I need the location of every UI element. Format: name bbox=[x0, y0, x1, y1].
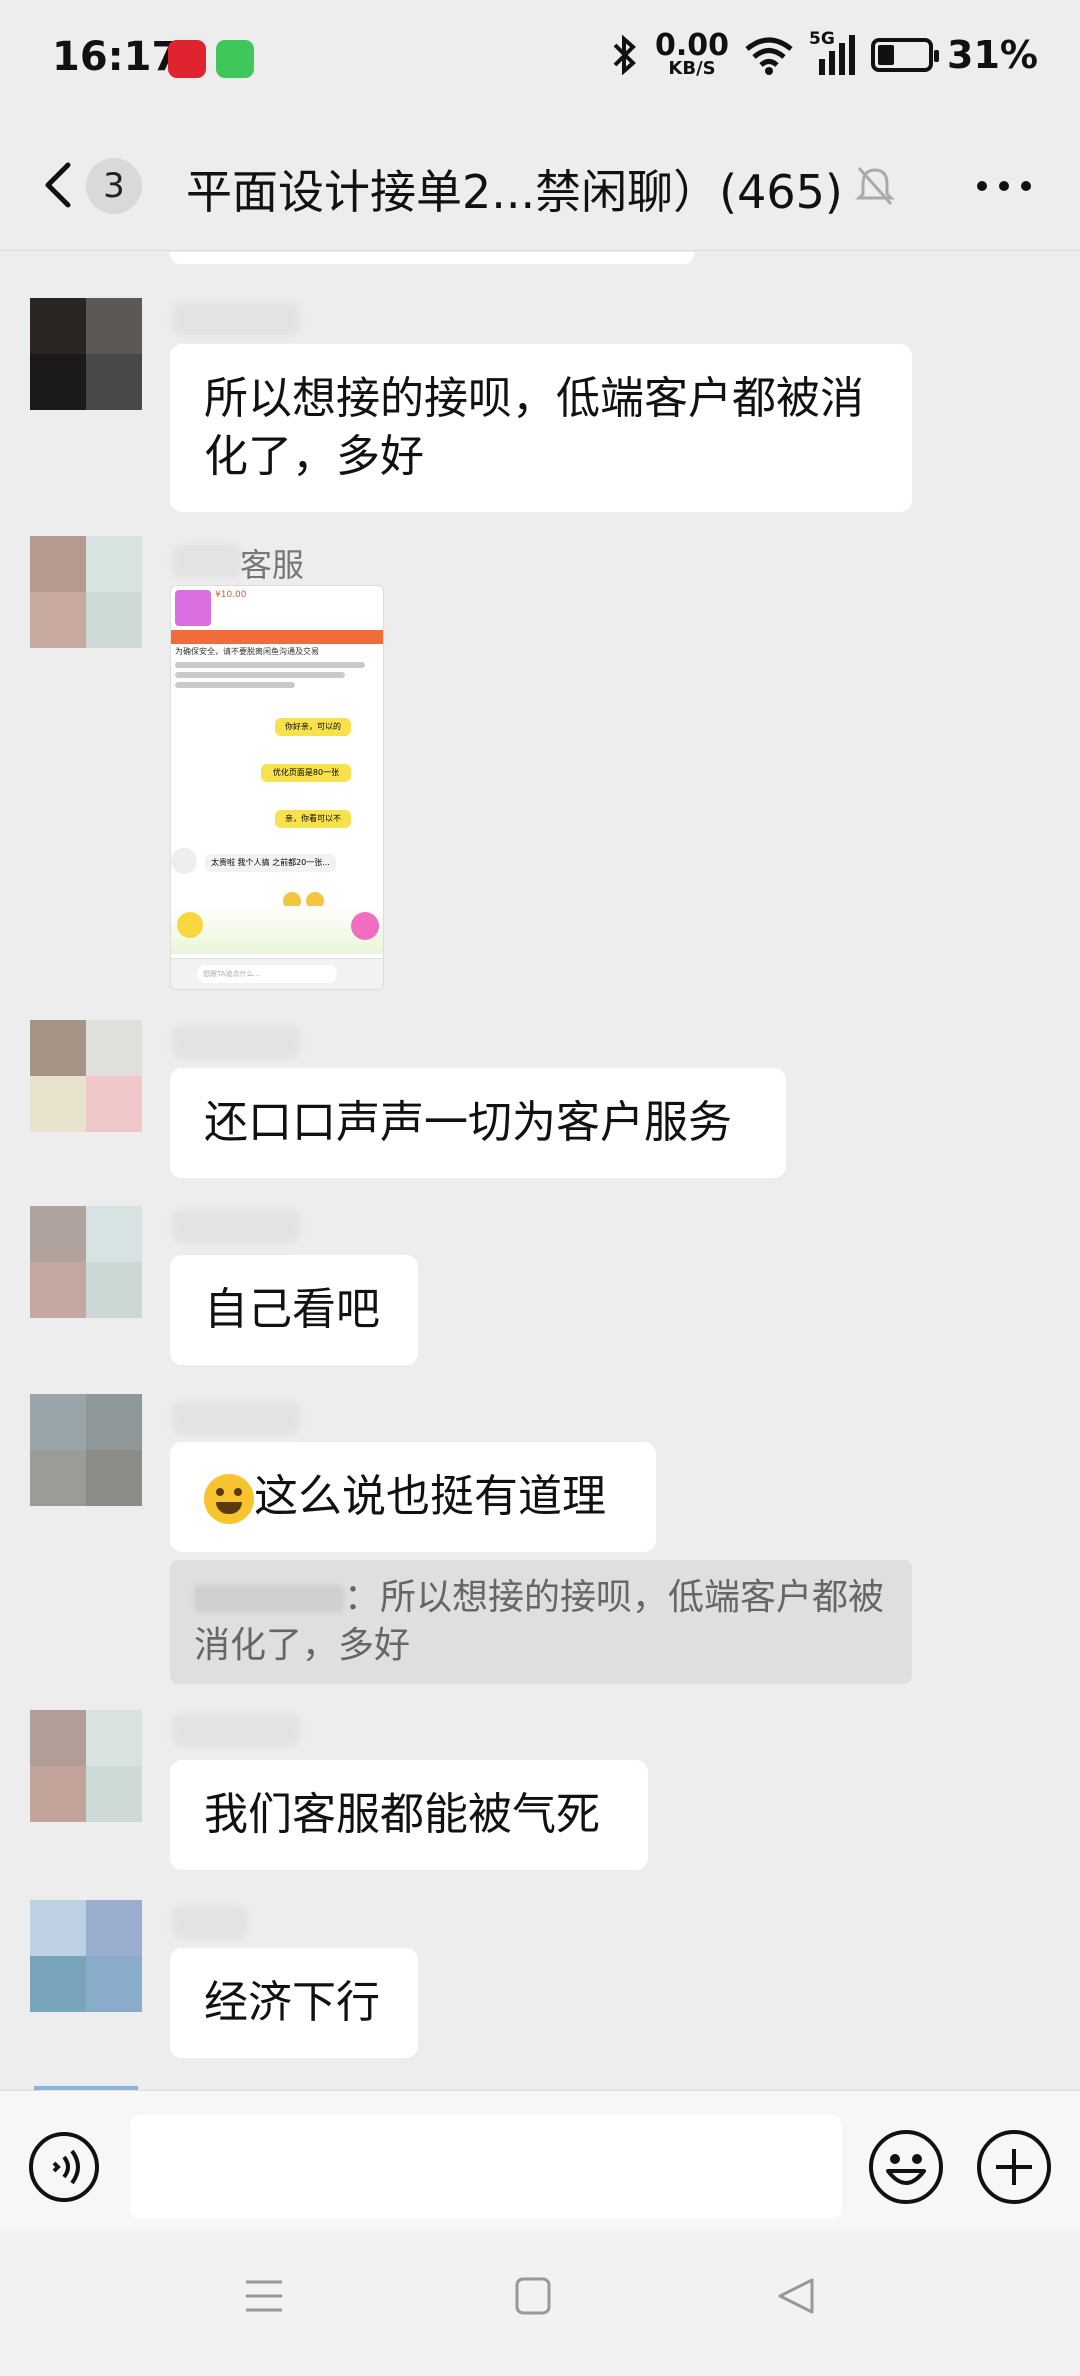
message-bubble[interactable]: 自己看吧 bbox=[170, 1255, 418, 1365]
status-bar: 16:17 0.00 KB/S 5G 31% bbox=[0, 0, 1080, 120]
warning-text: 为确保安全，请不要脱离闲鱼沟通及交易 bbox=[175, 647, 319, 656]
avatar[interactable] bbox=[30, 1900, 142, 2012]
chat-bubble: 你好亲，可以的 bbox=[275, 718, 351, 736]
avatar[interactable] bbox=[30, 1710, 142, 1822]
sender-name bbox=[172, 1210, 300, 1244]
app-notification-icon bbox=[168, 40, 206, 78]
chat-header: 3 平面设计接单2...禁闲聊）(465) bbox=[0, 120, 1080, 251]
warning-bar bbox=[171, 630, 383, 644]
laughing-tears-emoji-icon bbox=[204, 1474, 254, 1524]
product-image bbox=[175, 590, 211, 626]
emoji-icon[interactable] bbox=[868, 2129, 944, 2205]
chat-bubble: 亲，你看可以不 bbox=[275, 810, 351, 828]
previous-message-bubble bbox=[170, 252, 694, 264]
image-message[interactable]: ¥10.00 为确保安全，请不要脱离闲鱼沟通及交易 你好亲，可以的 优化页面是8… bbox=[170, 585, 384, 990]
home-icon[interactable] bbox=[514, 2276, 552, 2316]
plus-icon[interactable] bbox=[976, 2129, 1052, 2205]
sender-name bbox=[172, 544, 242, 578]
avatar[interactable] bbox=[30, 1020, 142, 1132]
avatar[interactable] bbox=[30, 1394, 142, 1506]
message-bubble[interactable]: 这么说也挺有道理 bbox=[170, 1442, 656, 1552]
wifi-icon bbox=[745, 37, 793, 75]
mute-bell-icon bbox=[855, 167, 895, 205]
product-price: ¥10.00 bbox=[215, 590, 247, 600]
quoted-message[interactable]: ：所以想接的接呗，低端客户都被消化了，多好 bbox=[170, 1560, 912, 1684]
cartoon-sticker bbox=[177, 912, 203, 938]
message-notification-icon bbox=[216, 40, 254, 78]
back-arrow-icon[interactable] bbox=[38, 160, 78, 210]
message-bubble[interactable]: 所以想接的接呗，低端客户都被消化了，多好 bbox=[170, 344, 912, 512]
chat-bubble: 太贵啦 我个人搞 之前都20一张... bbox=[205, 854, 336, 872]
network-speed: 0.00 KB/S bbox=[655, 28, 730, 79]
cartoon-sticker bbox=[351, 912, 379, 940]
sender-name bbox=[172, 302, 300, 336]
message-bubble[interactable]: 我们客服都能被气死 bbox=[170, 1760, 648, 1870]
battery-icon bbox=[871, 38, 940, 72]
input-bar bbox=[0, 2090, 1080, 2231]
clock: 16:17 bbox=[52, 34, 180, 80]
message-input[interactable] bbox=[130, 2115, 842, 2219]
message-bubble[interactable]: 还口口声声一切为客户服务 bbox=[170, 1068, 786, 1178]
quoted-sender-name bbox=[194, 1585, 344, 1613]
avatar[interactable] bbox=[30, 298, 142, 410]
sender-name bbox=[172, 1714, 300, 1748]
battery-percent: 31% bbox=[947, 33, 1038, 77]
menu-icon[interactable] bbox=[244, 2276, 284, 2316]
sender-name bbox=[172, 1026, 300, 1060]
voice-input-icon[interactable] bbox=[28, 2131, 100, 2203]
unread-count-badge[interactable]: 3 bbox=[86, 158, 142, 214]
system-nav-bar bbox=[0, 2230, 1080, 2376]
chat-title: 平面设计接单2...禁闲聊）(465) bbox=[186, 165, 843, 219]
back-nav-icon[interactable] bbox=[776, 2276, 816, 2316]
avatar[interactable] bbox=[30, 536, 142, 648]
bluetooth-icon bbox=[613, 35, 636, 75]
chat-bubble: 优化页面是80一张 bbox=[261, 764, 351, 782]
cellular-signal-icon: 5G bbox=[809, 29, 857, 75]
sender-name bbox=[172, 1906, 248, 1940]
avatar[interactable] bbox=[30, 1206, 142, 1318]
sender-name-suffix: 客服 bbox=[240, 546, 305, 584]
more-options-icon[interactable] bbox=[976, 180, 1032, 192]
message-bubble[interactable]: 经济下行 bbox=[170, 1948, 418, 2058]
sender-name bbox=[172, 1402, 300, 1436]
